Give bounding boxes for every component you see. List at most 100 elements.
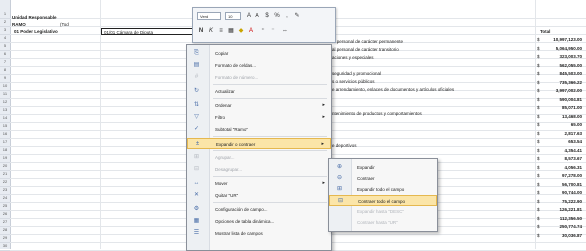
total-cell[interactable]: 250,774.74 (543, 223, 582, 230)
selected-cell[interactable]: 01/01 Cámara de Diputa (101, 28, 193, 35)
sort-icon: ⇅ (193, 102, 200, 108)
total-cell[interactable]: 90,744.00 (543, 189, 582, 196)
comma-style-icon[interactable]: , (283, 12, 291, 20)
total-cell[interactable]: 112,356.50 (543, 215, 582, 222)
context-menu-item[interactable]: ✕ Quitar "UR" (187, 190, 331, 201)
context-menu-item-label: Filtro (215, 115, 225, 120)
remove-icon: ✕ (193, 192, 200, 198)
row-number[interactable]: 30 (0, 242, 10, 251)
submenu-arrow-icon: ▸ (322, 114, 325, 120)
context-menu-item[interactable]: ↔ Mover ▸ (187, 178, 331, 189)
total-cell[interactable]: 323,003.70 (543, 53, 582, 60)
concept-cell[interactable]: ntenimiento de productos y comportamient… (332, 110, 532, 117)
concept-cell[interactable]: e arrendamiento, enlaces de documentos y… (332, 86, 532, 93)
context-menu-item: ⊟ Desagrupar... (187, 164, 331, 175)
decrease-decimal-icon[interactable]: ⁻ (269, 27, 277, 35)
borders-icon[interactable]: ▦ (227, 27, 235, 35)
menu-separator (213, 98, 327, 99)
context-menu-item[interactable]: ⚙ Configuración de campo... (187, 204, 331, 215)
submenu-item[interactable]: ⊖ Contraer (329, 173, 437, 184)
format-painter-icon[interactable]: ✎ (293, 12, 301, 20)
context-menu-item-label: Agrupar... (215, 155, 235, 160)
submenu-item-label: Contraer hasta "UR" (357, 220, 398, 225)
currency-icon[interactable]: $ (263, 12, 271, 20)
total-cell[interactable]: 56,700.81 (543, 181, 582, 188)
submenu-item: Contraer hasta "UR" (329, 217, 437, 228)
submenu-item[interactable]: ⊟ Contraer todo el campo (329, 195, 437, 206)
total-cell[interactable]: 65.00 (543, 121, 582, 128)
percent-icon[interactable]: % (273, 12, 281, 20)
filter-icon: ▽ (194, 114, 199, 120)
total-cell[interactable]: 5,064,950.00 (543, 45, 582, 52)
concept-cell[interactable]: al personal de carácter permanente (332, 38, 532, 45)
total-cell[interactable]: 4,354.41 (543, 147, 582, 154)
context-menu-item[interactable]: ▦ Opciones de tabla dinámica... (187, 216, 331, 227)
check-icon: ✓ (193, 126, 200, 132)
total-cell[interactable]: 3,997,002.00 (543, 87, 582, 94)
ungroup-icon: ⊟ (193, 166, 200, 172)
total-cell[interactable]: 653.54 (543, 138, 582, 145)
total-cell[interactable]: 845,503.00 (543, 70, 582, 77)
shrink-font-icon[interactable]: A (253, 12, 261, 20)
blank-icon (335, 208, 344, 215)
context-menu-item[interactable]: ± Expandir o contraer ▸ (187, 138, 331, 149)
context-menu-item-label: Opciones de tabla dinámica... (215, 219, 275, 224)
align-center-icon[interactable]: ≡ (217, 27, 225, 35)
collapse-all-icon: ⊟ (337, 198, 344, 204)
total-cell[interactable]: 2,817.63 (543, 130, 582, 137)
concept-cell[interactable]: s o servicios públicos (332, 78, 532, 85)
font-color-icon[interactable]: A (247, 27, 255, 35)
fill-color-icon[interactable]: ◆ (237, 27, 245, 35)
total-cell[interactable]: 10,997,123.00 (543, 36, 582, 43)
total-cell[interactable]: 85,071.00 (543, 104, 582, 111)
total-cell[interactable]: 126,221.81 (543, 206, 582, 213)
bold-icon[interactable]: N (197, 27, 205, 35)
submenu-item-label: Expandir todo el campo (357, 187, 405, 192)
number-format-icon: # (194, 74, 199, 80)
context-menu-item[interactable]: ⎘ Copiar (187, 48, 331, 59)
context-menu-item[interactable]: ☰ Mostrar lista de campos (187, 228, 331, 239)
total-cell[interactable]: 4,056.31 (543, 164, 582, 171)
submenu-item[interactable]: ⊞ Expandir todo el campo (329, 184, 437, 195)
total-cell[interactable]: 8,573.67 (543, 155, 582, 162)
total-cell[interactable]: 75,222.90 (543, 198, 582, 205)
column-divider (100, 0, 101, 249)
submenu-item[interactable]: ⊕ Expandir (329, 162, 437, 173)
context-menu-item-label: Quitar "UR" (215, 193, 239, 198)
ramo-filter-value[interactable]: (Tod (60, 21, 90, 28)
submenu-item-label: Expandir (357, 165, 375, 170)
total-cell[interactable]: 735,366.22 (543, 79, 582, 86)
total-cell[interactable]: 562,055.00 (543, 62, 582, 69)
context-menu-item[interactable]: ✓ Subtotal "Ramo" (187, 124, 331, 135)
merge-icon[interactable]: ⇔ (281, 27, 289, 35)
poder-legislativo-label[interactable]: 01 Poder Legislativo (14, 28, 100, 35)
copy-icon: ⎘ (194, 50, 199, 56)
total-cell[interactable]: 13,468.00 (543, 113, 582, 120)
context-menu-item[interactable]: ↻ Actualizar (187, 86, 331, 97)
mini-toolbar: Verd 10 A A $ % , ✎ N K ≡ ▦ ◆ A ⁺ ⁻ ⇔ (192, 7, 336, 43)
total-cell[interactable]: 97,278.00 (543, 172, 582, 179)
menu-separator (213, 150, 327, 151)
total-cell[interactable]: 30,036.87 (543, 232, 582, 239)
submenu-arrow-icon: ▸ (322, 180, 325, 186)
menu-separator (213, 176, 327, 177)
concept-cell[interactable]: al personal de carácter transitorio (332, 46, 532, 53)
font-name-box[interactable]: Verd (197, 12, 221, 20)
pivot-options-icon: ▦ (193, 218, 200, 224)
context-menu-item[interactable]: ▤ Formato de celdas... (187, 60, 331, 71)
context-menu-item[interactable]: ▽ Filtro ▸ (187, 112, 331, 123)
concept-cell[interactable]: seguridad y promocional (332, 70, 532, 77)
context-menu-item-label: Desagrupar... (215, 167, 243, 172)
expand-all-icon: ⊞ (336, 186, 343, 192)
italic-icon[interactable]: K (207, 27, 215, 35)
concept-cell[interactable]: e deportivos (332, 142, 532, 149)
context-menu-item[interactable]: ⇅ Ordenar ▸ (187, 100, 331, 111)
font-size-box[interactable]: 10 (225, 12, 241, 20)
context-menu-item: # Formato de número... (187, 72, 331, 83)
grow-font-icon[interactable]: A (245, 12, 253, 20)
total-cell[interactable]: 590,004.81 (543, 96, 582, 103)
expand-icon: ± (195, 141, 200, 147)
increase-decimal-icon[interactable]: ⁺ (259, 27, 267, 35)
concept-cell[interactable]: aciones y especiales (332, 54, 532, 61)
field-settings-icon: ⚙ (193, 206, 200, 212)
